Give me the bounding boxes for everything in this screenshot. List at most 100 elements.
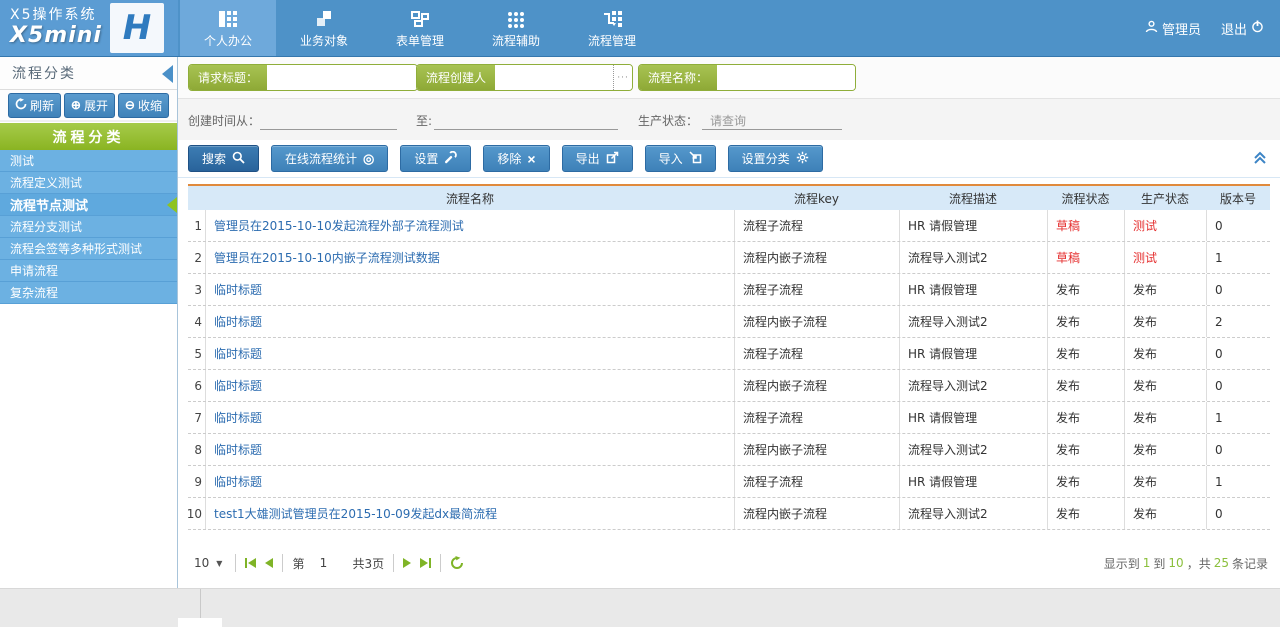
sidebar-category-item[interactable]: 申请流程: [0, 260, 177, 282]
process-name-link[interactable]: 临时标题: [214, 409, 262, 426]
table-row: 5 临时标题 流程子流程 HR 请假管理 发布 发布 0: [188, 338, 1270, 370]
process-name-link[interactable]: 临时标题: [214, 473, 262, 490]
request-title-input[interactable]: [267, 65, 417, 90]
next-page-button[interactable]: [403, 558, 411, 568]
process-status: 发布: [1047, 466, 1124, 497]
process-creator-input[interactable]: [495, 65, 613, 90]
created-from-label: 创建时间从：: [188, 112, 260, 129]
version-number: 1: [1206, 402, 1270, 433]
request-title-label: 请求标题：: [189, 65, 267, 90]
content-area: 流程分类 刷新 ⊕ 展开 ⊖ 收缩 流程分类 测试 流程定义测试: [0, 57, 1280, 588]
tab-form-management[interactable]: 表单管理: [372, 0, 468, 56]
version-number: 0: [1206, 274, 1270, 305]
remove-button[interactable]: 移除 ×: [483, 145, 549, 172]
process-name-link[interactable]: 管理员在2015-10-10发起流程外部子流程测试: [214, 217, 464, 234]
reload-button[interactable]: [450, 556, 464, 570]
sidebar-category-item[interactable]: 复杂流程: [0, 282, 177, 304]
sidebar-collapse-arrow-icon[interactable]: [162, 65, 173, 83]
settings-button[interactable]: 设置: [400, 145, 471, 172]
process-status: 草稿: [1047, 210, 1124, 241]
sidebar-item-label: 流程会签等多种形式测试: [10, 240, 142, 257]
tab-label: 流程辅助: [492, 32, 540, 49]
process-name-link[interactable]: 管理员在2015-10-10内嵌子流程测试数据: [214, 249, 440, 266]
process-desc: HR 请假管理: [899, 466, 1047, 497]
column-header-status: 流程状态: [1047, 190, 1124, 207]
sidebar-item-label: 复杂流程: [10, 284, 58, 301]
import-button[interactable]: 导入: [645, 145, 716, 172]
tab-process-assist[interactable]: 流程辅助: [468, 0, 564, 56]
process-status: 发布: [1047, 274, 1124, 305]
search-button[interactable]: 搜索: [188, 145, 259, 172]
process-desc: 流程导入测试2: [899, 306, 1047, 337]
sidebar-category-item[interactable]: 流程会签等多种形式测试: [0, 238, 177, 260]
process-desc: 流程导入测试2: [899, 370, 1047, 401]
process-status: 发布: [1047, 402, 1124, 433]
shrink-label: 收缩: [138, 97, 162, 114]
production-status: 发布: [1124, 498, 1206, 529]
page-size-select[interactable]: 10 ▼: [190, 554, 226, 572]
created-to-input[interactable]: [434, 109, 618, 130]
tab-business-objects[interactable]: 业务对象: [276, 0, 372, 56]
sidebar-item-label: 流程节点测试: [10, 195, 88, 214]
sidebar-category-item[interactable]: 流程分支测试: [0, 216, 177, 238]
production-status: 测试: [1124, 242, 1206, 273]
logout-button[interactable]: 退出: [1221, 19, 1264, 38]
process-name-link[interactable]: 临时标题: [214, 377, 262, 394]
process-name-link[interactable]: 临时标题: [214, 281, 262, 298]
summary-text: 条记录: [1232, 555, 1268, 572]
row-number: 8: [188, 434, 206, 465]
production-status: 发布: [1124, 370, 1206, 401]
table-row: 6 临时标题 流程内嵌子流程 流程导入测试2 发布 发布 0: [188, 370, 1270, 402]
row-number: 1: [188, 210, 206, 241]
process-name-link[interactable]: 临时标题: [214, 313, 262, 330]
tab-personal-office[interactable]: 个人办公: [180, 0, 276, 56]
splitter-handle[interactable]: [178, 618, 222, 627]
sidebar: 流程分类 刷新 ⊕ 展开 ⊖ 收缩 流程分类 测试 流程定义测试: [0, 57, 178, 588]
process-name-input[interactable]: [717, 65, 855, 90]
remove-label: 移除: [497, 150, 521, 167]
version-number: 1: [1206, 466, 1270, 497]
person-icon: [1145, 20, 1158, 37]
online-stats-button[interactable]: 在线流程统计 ◎: [271, 145, 388, 172]
shrink-button[interactable]: ⊖ 收缩: [118, 93, 169, 118]
set-category-button[interactable]: 设置分类: [728, 145, 823, 172]
version-number: 0: [1206, 498, 1270, 529]
first-page-button[interactable]: [245, 558, 256, 568]
process-key: 流程内嵌子流程: [734, 370, 899, 401]
sidebar-category-item[interactable]: 流程节点测试: [0, 194, 177, 216]
creator-picker-button[interactable]: ···: [613, 65, 632, 90]
current-user[interactable]: 管理员: [1145, 19, 1201, 38]
production-status-label: 生产状态：: [638, 112, 698, 129]
created-from-input[interactable]: [260, 109, 397, 130]
process-name-link[interactable]: 临时标题: [214, 345, 262, 362]
set-category-label: 设置分类: [742, 150, 790, 167]
row-number: 9: [188, 466, 206, 497]
target-icon: ◎: [363, 152, 374, 165]
process-name-link[interactable]: 临时标题: [214, 441, 262, 458]
export-button[interactable]: 导出: [562, 145, 633, 172]
to-label: 至:: [416, 112, 432, 129]
sidebar-category-item[interactable]: 测试: [0, 150, 177, 172]
prev-page-button[interactable]: [265, 558, 273, 568]
refresh-button[interactable]: 刷新: [8, 93, 61, 118]
process-desc: HR 请假管理: [899, 402, 1047, 433]
last-page-button[interactable]: [420, 558, 431, 568]
tab-process-management[interactable]: 流程管理: [564, 0, 660, 56]
column-header-version: 版本号: [1206, 190, 1270, 207]
app-title: X5操作系统: [10, 7, 102, 23]
production-status: 发布: [1124, 434, 1206, 465]
user-name: 管理员: [1162, 19, 1201, 38]
wrench-icon: [444, 151, 457, 167]
collapse-search-panel-icon[interactable]: [1252, 151, 1268, 168]
dots-grid-icon: [507, 8, 525, 28]
minus-circle-icon: ⊖: [125, 99, 135, 111]
tab-label: 表单管理: [396, 32, 444, 49]
page-size-value: 10: [194, 556, 209, 570]
layers-icon: [315, 8, 333, 28]
expand-button[interactable]: ⊕ 展开: [64, 93, 115, 118]
column-header-name: 流程名称: [206, 190, 734, 207]
page-number-input[interactable]: 1: [313, 556, 333, 570]
process-name-link[interactable]: test1大雄测试管理员在2015-10-09发起dx最简流程: [214, 505, 497, 522]
sidebar-category-item[interactable]: 流程定义测试: [0, 172, 177, 194]
process-name-label: 流程名称：: [639, 65, 717, 90]
